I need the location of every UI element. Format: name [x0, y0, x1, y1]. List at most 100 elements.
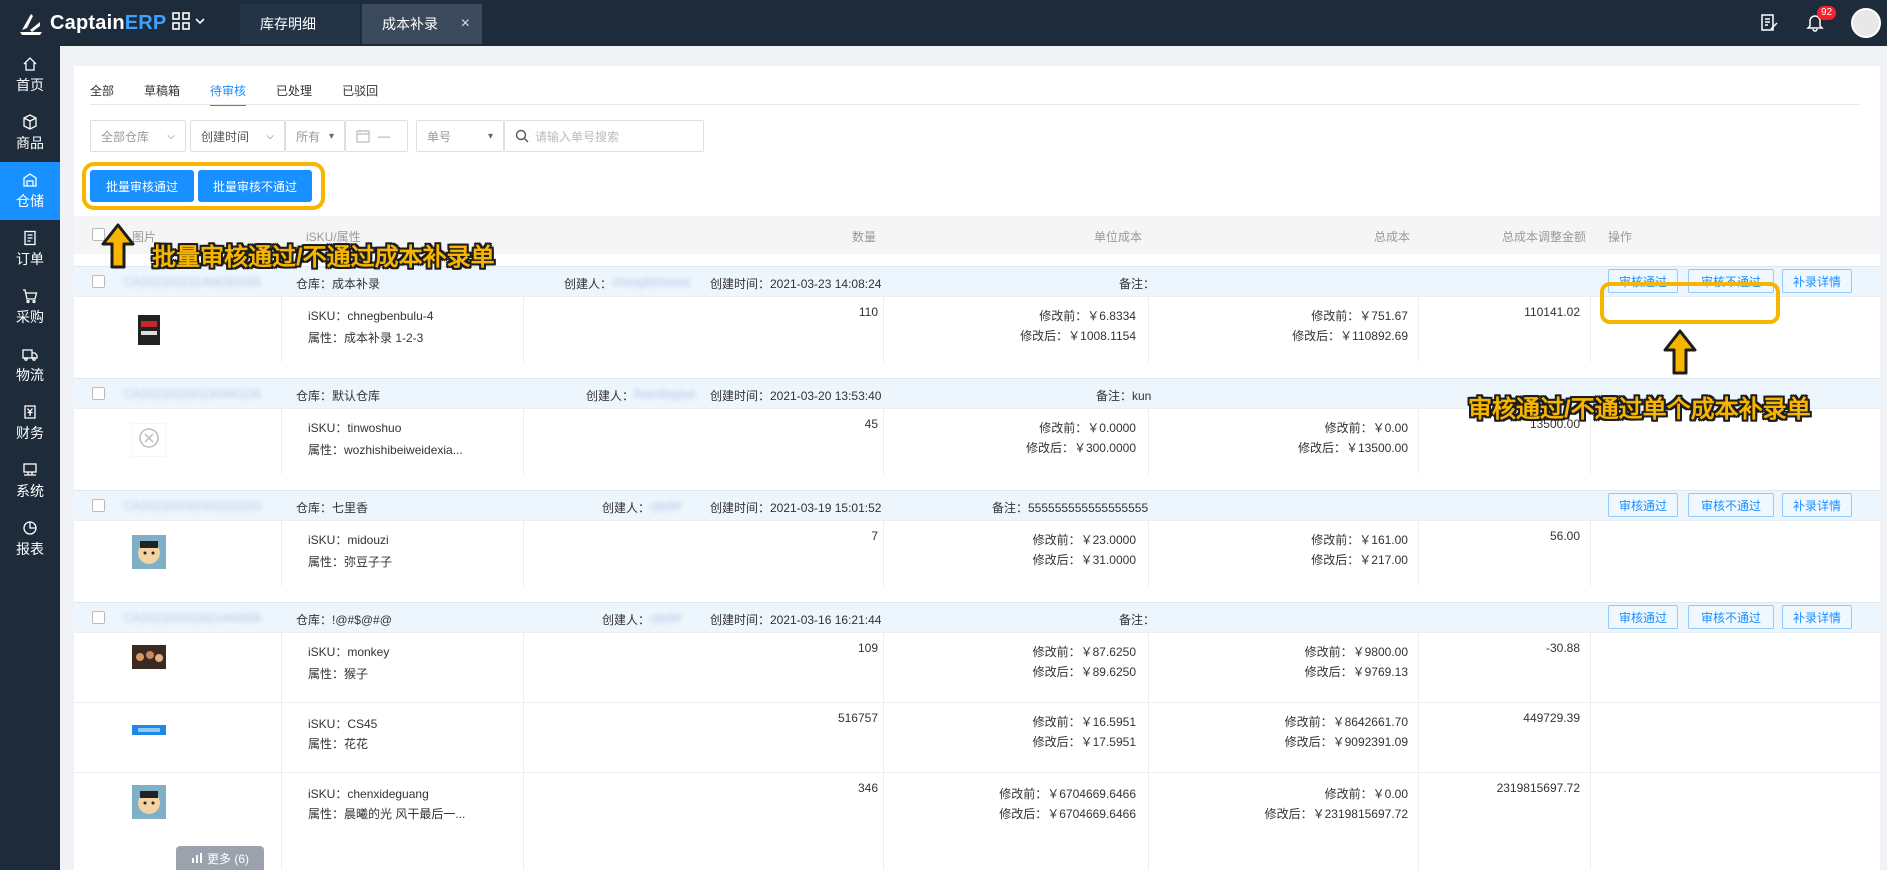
- total-cost-before: 修改前：￥0.00: [1324, 421, 1408, 435]
- row-isku: iSKU：midouzi: [308, 533, 389, 547]
- table-row: iSKU：midouzi 属性：弥豆子子 7 修改前：￥23.0000 修改后：…: [74, 520, 1880, 586]
- row-checkbox[interactable]: [92, 611, 105, 624]
- approve-button[interactable]: 审核通过: [1608, 493, 1678, 517]
- adjust-amount: 2319815697.72: [1496, 781, 1580, 795]
- row-checkbox[interactable]: [92, 499, 105, 512]
- more-button[interactable]: 更多 (6): [176, 846, 264, 870]
- order-number[interactable]: CA202103200135340135: [124, 387, 261, 401]
- col-total-cost: 总成本: [1374, 230, 1411, 244]
- app-switcher-button[interactable]: [172, 12, 206, 30]
- row-checkbox[interactable]: [92, 387, 105, 400]
- order-icon: [24, 230, 36, 245]
- warehouse-select[interactable]: 全部仓库 ⌵: [90, 120, 186, 152]
- unit-cost-before: 修改前：￥16.5951: [1032, 715, 1136, 729]
- unit-cost-after: 修改后：￥17.5951: [1032, 735, 1136, 749]
- col-unit-cost: 单位成本: [1094, 230, 1143, 244]
- row-checkbox[interactable]: [92, 275, 105, 288]
- total-cost-before: 修改前：￥0.00: [1324, 787, 1408, 801]
- sidebar-item-system[interactable]: 系统: [0, 452, 60, 510]
- total-cost-before: 修改前：￥8642661.70: [1284, 715, 1408, 729]
- system-icon: [23, 462, 37, 476]
- row-attr: 属性：弥豆子子: [308, 555, 393, 569]
- detail-button[interactable]: 补录详情: [1782, 605, 1852, 629]
- search-input[interactable]: 请输入单号搜索: [504, 120, 704, 152]
- time-type-select[interactable]: 创建时间 ⌵: [190, 120, 285, 152]
- order-header-row: CA202103161621440008 仓库：!@#$@#@ 创建人： cjb…: [74, 602, 1880, 632]
- time-range-select[interactable]: 所有 ▾: [285, 120, 345, 152]
- sidebar-item-finance[interactable]: 财务: [0, 394, 60, 452]
- row-qty: 346: [857, 781, 878, 795]
- tab-drafts[interactable]: 草稿箱: [144, 76, 180, 106]
- unit-cost-before: 修改前：￥0.0000: [1039, 421, 1136, 435]
- report-icon: [23, 520, 37, 535]
- product-image[interactable]: [132, 313, 166, 347]
- order-number[interactable]: CA202103191501521520: [124, 499, 261, 513]
- product-image[interactable]: [132, 535, 166, 569]
- product-image[interactable]: [132, 785, 166, 819]
- up-arrow-icon: [101, 223, 135, 269]
- notification-bell[interactable]: 92: [1805, 5, 1837, 35]
- row-qty: 516757: [837, 711, 878, 725]
- detail-button[interactable]: 补录详情: [1782, 269, 1852, 293]
- order-warehouse: 仓库：七里香: [296, 501, 369, 515]
- row-qty: 7: [871, 529, 878, 543]
- tab-rejected[interactable]: 已驳回: [342, 76, 378, 106]
- sidebar-item-logistics[interactable]: 物流: [0, 336, 60, 394]
- sidebar-item-purchase[interactable]: 采购: [0, 278, 60, 336]
- status-tabs: 全部 草稿箱 待审核 已处理 已驳回: [90, 76, 378, 106]
- search-icon: [515, 129, 529, 143]
- order-number[interactable]: CA202103231406282035: [124, 275, 261, 289]
- row-actions-highlight-box: [1600, 282, 1780, 324]
- sidebar-item-orders[interactable]: 订单: [0, 220, 60, 278]
- detail-button[interactable]: 补录详情: [1782, 493, 1852, 517]
- edit-note-icon[interactable]: [1759, 13, 1779, 33]
- unit-cost-before: 修改前：￥87.6250: [1032, 645, 1136, 659]
- tab-processed[interactable]: 已处理: [276, 76, 312, 106]
- col-adjust: 总成本调整金额: [1502, 230, 1587, 244]
- reject-button[interactable]: 审核不通过: [1688, 605, 1774, 629]
- date-range-picker[interactable]: —: [345, 120, 408, 152]
- reject-button[interactable]: 审核不通过: [1688, 493, 1774, 517]
- calendar-icon: [356, 130, 370, 143]
- logo[interactable]: CaptainERP: [18, 10, 166, 36]
- search-placeholder: 请输入单号搜索: [535, 129, 620, 144]
- sidebar-item-reports[interactable]: 报表: [0, 510, 60, 568]
- tab-inventory-detail[interactable]: 库存明细: [240, 4, 360, 44]
- unit-cost-after: 修改后：￥89.6250: [1032, 665, 1136, 679]
- table-row: iSKU：monkey 属性：猴子 109 修改前：￥87.6250 修改后：￥…: [74, 632, 1880, 702]
- sidebar-item-home[interactable]: 首页: [0, 46, 60, 104]
- order-number[interactable]: CA202103161621440008: [124, 611, 261, 625]
- tabs-divider: [90, 104, 1860, 105]
- tab-cost-supplement[interactable]: 成本补录 ×: [362, 4, 482, 44]
- user-avatar[interactable]: [1851, 8, 1881, 38]
- creator-name: cjbdlif: [650, 611, 681, 625]
- sidebar-item-warehouse[interactable]: 仓储: [0, 162, 60, 220]
- tab-pending-review[interactable]: 待审核: [210, 76, 247, 106]
- creator-name: cjbdlif: [650, 499, 681, 513]
- row-qty: 110: [858, 305, 878, 319]
- sidebar-item-products[interactable]: 商品: [0, 104, 60, 162]
- tab-all[interactable]: 全部: [90, 76, 114, 106]
- col-qty: 数量: [852, 230, 877, 244]
- sidebar-item-label: 采购: [16, 308, 44, 325]
- row-isku: iSKU：CS45: [308, 717, 378, 731]
- close-icon[interactable]: ×: [461, 15, 470, 33]
- approve-button[interactable]: 审核通过: [1608, 605, 1678, 629]
- product-image[interactable]: [132, 725, 166, 735]
- notification-count-badge: 92: [1817, 5, 1837, 20]
- number-type-select[interactable]: 单号 ▾: [416, 120, 504, 152]
- batch-highlight-box: [82, 162, 325, 210]
- total-cost-after: 修改后：￥110892.69: [1292, 329, 1408, 343]
- row-qty: 109: [857, 641, 878, 655]
- bar-chart-icon: [191, 853, 202, 863]
- total-cost-after: 修改后：￥2319815697.72: [1264, 807, 1408, 821]
- adjust-amount: 56.00: [1549, 529, 1580, 543]
- adjust-amount: -30.88: [1545, 641, 1580, 655]
- tab-label: 成本补录: [382, 16, 438, 32]
- product-image[interactable]: [132, 645, 166, 669]
- truck-icon: [22, 348, 38, 361]
- order-remark: 备注：: [1119, 277, 1156, 291]
- total-cost-after: 修改后：￥13500.00: [1297, 441, 1408, 455]
- grid-icon: [172, 12, 190, 30]
- single-annotation: 审核通过/不通过单个成本补录单: [1468, 396, 1811, 423]
